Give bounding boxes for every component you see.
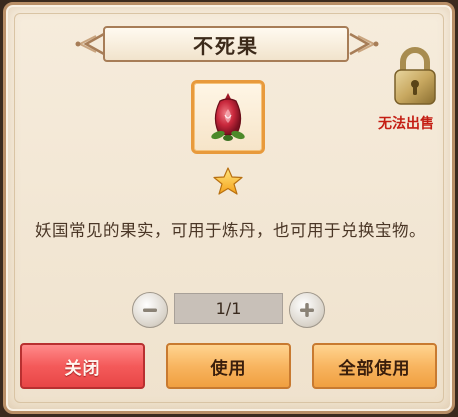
- use-button[interactable]: 使用: [166, 343, 291, 389]
- item-title: 不死果: [193, 33, 259, 58]
- untradeable-label: 无法出售: [378, 116, 434, 132]
- minus-icon: [143, 308, 157, 312]
- title-ornament-left-icon: [75, 32, 105, 56]
- use-button-label: 使用: [210, 358, 247, 379]
- close-button-label: 关闭: [64, 358, 101, 379]
- use-all-button-label: 全部使用: [338, 358, 411, 379]
- title-ornament-right-icon: [349, 32, 379, 56]
- title-plaque: 不死果: [103, 26, 349, 62]
- gold-star-icon: [213, 167, 243, 195]
- close-button[interactable]: 关闭: [20, 343, 145, 389]
- item-description: 妖国常见的果实，可用于炼丹，也可用于兑换宝物。: [35, 221, 426, 240]
- quantity-value: 1/1: [215, 299, 242, 318]
- use-all-button[interactable]: 全部使用: [312, 343, 437, 389]
- quantity-display: 1/1: [174, 293, 283, 324]
- plus-icon: [300, 303, 314, 317]
- item-icon-frame: [191, 80, 265, 154]
- pomegranate-fruit-icon: [211, 93, 245, 141]
- padlock-icon: [394, 47, 436, 105]
- decrease-quantity-button[interactable]: [132, 292, 168, 328]
- increase-quantity-button[interactable]: [289, 292, 325, 328]
